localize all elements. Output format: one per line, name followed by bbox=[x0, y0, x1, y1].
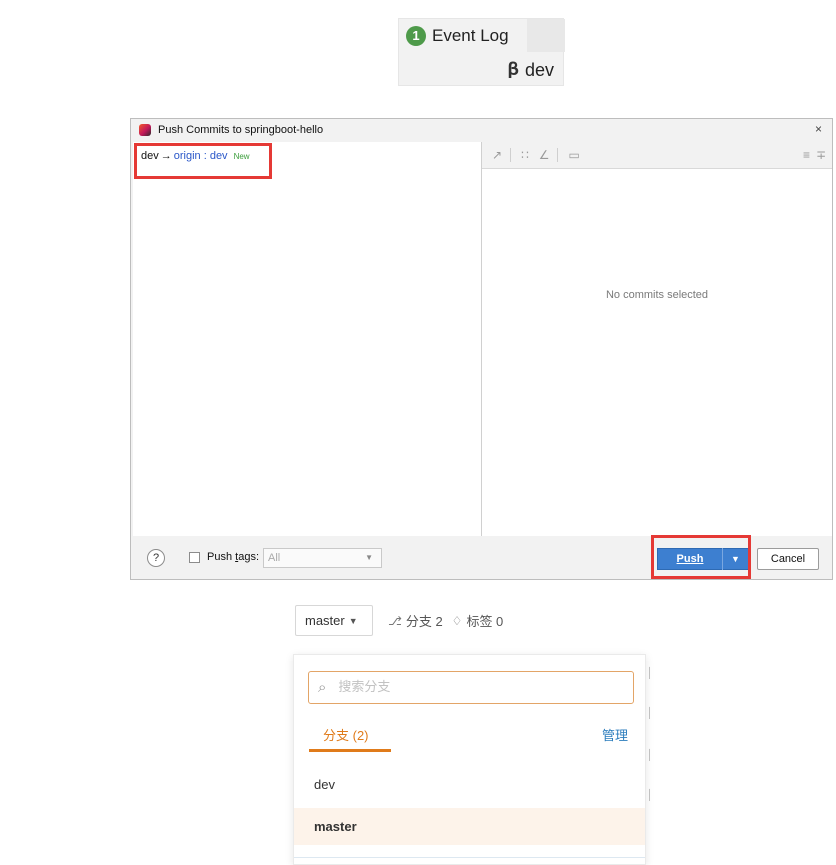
branch-select-value: master bbox=[305, 613, 345, 628]
expand-icon[interactable]: ↗ bbox=[492, 148, 502, 162]
push-tags-checkbox[interactable] bbox=[189, 552, 200, 563]
branches-stat-link[interactable]: 分支 2 bbox=[406, 611, 443, 630]
branch-select[interactable]: master ▼ bbox=[295, 605, 373, 636]
manage-branches-link[interactable]: 管理 bbox=[602, 725, 628, 744]
push-target-pane: dev → origin : dev New bbox=[133, 142, 482, 536]
dialog-title: Push Commits to springboot-hello bbox=[158, 124, 324, 136]
branch-item-master[interactable]: master bbox=[294, 808, 645, 845]
search-icon: ⌕ bbox=[318, 679, 327, 696]
chevron-down-icon: ▼ bbox=[348, 615, 358, 626]
expand-all-icon[interactable]: ≡ bbox=[803, 148, 810, 162]
status-widget: 1 Event Log 𝛃 dev bbox=[398, 18, 565, 87]
obscured-glyph: │ bbox=[647, 790, 654, 801]
event-log-label: Event Log bbox=[432, 25, 509, 45]
cancel-button[interactable]: Cancel bbox=[757, 548, 819, 570]
push-target-highlight bbox=[134, 143, 272, 179]
details-toolbar: ↗ ∷ ∠ ▭ ≡ ∓ bbox=[482, 142, 832, 169]
push-tags-label: Push tags: bbox=[207, 551, 259, 563]
push-button-highlight bbox=[651, 535, 751, 579]
intellij-app-icon bbox=[139, 124, 151, 136]
event-log-count-badge: 1 bbox=[406, 25, 426, 46]
close-icon[interactable]: × bbox=[815, 122, 822, 136]
push-tags-select[interactable]: All ▼ bbox=[263, 548, 382, 568]
branch-dropdown: ⌕ 分支 (2) 管理 dev master bbox=[293, 654, 646, 865]
toolbar-separator bbox=[557, 148, 559, 162]
repo-stats: ⎇ 分支 2 ♢ 标签 0 bbox=[388, 611, 503, 630]
active-tab-indicator bbox=[309, 749, 391, 752]
event-log-button[interactable]: 1 Event Log bbox=[399, 19, 565, 52]
push-tags-value: All bbox=[268, 552, 281, 564]
branch-search-input[interactable] bbox=[336, 679, 591, 696]
tag-icon: ♢ bbox=[451, 613, 463, 628]
preview-icon[interactable]: ▭ bbox=[568, 148, 579, 162]
current-branch-widget[interactable]: 𝛃 dev bbox=[399, 53, 565, 87]
no-commits-message: No commits selected bbox=[605, 289, 709, 301]
obscured-glyph: │ bbox=[647, 668, 654, 679]
branch-item-dev[interactable]: dev bbox=[294, 766, 645, 803]
branch-search-box[interactable]: ⌕ bbox=[308, 671, 634, 704]
dialog-titlebar: Push Commits to springboot-hello × bbox=[131, 119, 832, 141]
tab-branches[interactable]: 分支 (2) bbox=[323, 725, 369, 744]
commit-details-pane: ↗ ∷ ∠ ▭ ≡ ∓ No commits selected bbox=[482, 142, 832, 536]
git-branch-icon: ⎇ bbox=[388, 613, 402, 628]
chevron-down-icon: ▼ bbox=[365, 553, 373, 562]
push-commits-dialog: Push Commits to springboot-hello × dev → o… bbox=[130, 118, 833, 580]
help-button[interactable]: ? bbox=[147, 549, 165, 567]
toolbar-separator bbox=[510, 148, 512, 162]
grid-icon[interactable]: ∷ bbox=[521, 148, 529, 162]
push-tags-label-prefix: Push bbox=[207, 551, 236, 563]
git-branch-icon: 𝛃 bbox=[507, 59, 519, 80]
event-log-shade bbox=[527, 19, 565, 52]
obscured-glyph: │ bbox=[647, 750, 654, 761]
obscured-glyph: │ bbox=[647, 708, 654, 719]
push-tags-label-suffix: ags: bbox=[238, 551, 259, 563]
tags-stat-link[interactable]: 标签 0 bbox=[466, 611, 503, 630]
collapse-all-icon[interactable]: ∓ bbox=[816, 148, 826, 162]
edit-icon[interactable]: ∠ bbox=[539, 148, 550, 162]
current-branch-label: dev bbox=[524, 59, 554, 80]
dropdown-divider bbox=[294, 857, 645, 858]
